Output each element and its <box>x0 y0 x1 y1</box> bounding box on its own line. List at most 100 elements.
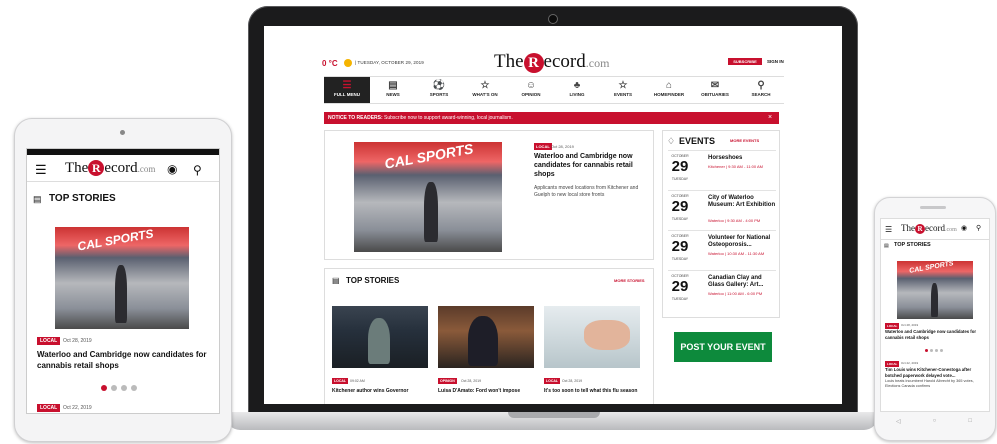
home-icon[interactable]: ○ <box>933 418 937 428</box>
story-image[interactable]: CAL SPORTS <box>897 261 973 319</box>
phone-nav-bar: ◁ ○ □ <box>880 418 988 428</box>
carousel-dot[interactable] <box>930 349 933 352</box>
top-stories-title: TOP STORIES <box>346 276 400 285</box>
carousel-dot[interactable] <box>111 385 117 391</box>
menu-icon[interactable]: ☰ <box>35 163 47 176</box>
story-date: Oct 28, 2019 <box>461 379 482 383</box>
laptop-camera <box>548 14 558 24</box>
story-image[interactable] <box>544 306 640 368</box>
carousel-dots[interactable] <box>101 385 137 391</box>
nav-whats-on[interactable]: ☆ WHAT'S ON <box>462 77 508 103</box>
lead-headline[interactable]: Waterloo and Cambridge now candidates fo… <box>534 152 644 179</box>
menu-icon[interactable]: ☰ <box>885 225 892 234</box>
carousel-dot[interactable] <box>925 349 928 352</box>
more-events-link[interactable]: MORE EVENTS <box>730 138 759 143</box>
opinion-icon: ☺ <box>525 80 537 91</box>
carousel-dot[interactable] <box>121 385 127 391</box>
notice-banner[interactable]: NOTICE TO READERS: Subscribe now to supp… <box>324 112 779 124</box>
site-logo[interactable]: The Record.com <box>494 51 609 73</box>
site-logo[interactable]: The Record.com <box>901 223 957 234</box>
story-headline[interactable]: Luisa D'Amato: Ford won't impose <box>438 388 534 394</box>
story-date: Oct 28, 2019 <box>551 144 574 149</box>
close-icon[interactable]: × <box>768 112 772 124</box>
carousel-dot[interactable] <box>935 349 938 352</box>
laptop-notch <box>508 412 600 418</box>
nav-homefinder[interactable]: ⌂ HOMEFINDER <box>646 77 692 103</box>
nav-living[interactable]: ♣ LIVING <box>554 77 600 103</box>
nav-news[interactable]: ▤ NEWS <box>370 77 416 103</box>
more-stories-link[interactable]: MORE STORIES <box>614 278 645 283</box>
category-badge[interactable]: LOCAL <box>37 337 61 345</box>
story-date: Oct 28, 2019 <box>63 338 92 344</box>
section-title: TOP STORIES <box>49 193 116 204</box>
section-title: TOP STORIES <box>894 242 931 248</box>
logo-r-icon: R <box>88 160 105 176</box>
category-badge[interactable]: OPINION <box>438 378 457 384</box>
homefinder-icon: ⌂ <box>665 80 673 91</box>
site-logo[interactable]: The Record.com <box>65 160 155 177</box>
carousel-dot[interactable] <box>940 349 943 352</box>
user-icon[interactable]: ◉ <box>961 224 967 232</box>
story-summary: Louis beats incumbent Harold Albrecht by… <box>885 379 974 388</box>
subscribe-button[interactable]: SUBSCRIBE <box>728 58 762 65</box>
category-badge[interactable]: LOCAL <box>37 404 61 412</box>
current-date: | TUESDAY, OCTOBER 29, 2019 <box>355 60 424 65</box>
post-event-button[interactable]: POST YOUR EVENT <box>674 332 772 362</box>
search-icon[interactable]: ⚲ <box>976 224 981 232</box>
obituaries-icon: ✉ <box>710 80 720 91</box>
story-image[interactable] <box>332 306 428 368</box>
tablet-camera <box>120 130 125 135</box>
story-headline[interactable]: Kitchener author wins Governor <box>332 388 428 394</box>
story-date: 09:02 AM <box>350 379 365 383</box>
category-badge[interactable]: LOCAL <box>534 143 552 150</box>
temperature: 0 °C <box>322 59 338 68</box>
story-headline[interactable]: Waterloo and Cambridge now candidates fo… <box>885 329 985 341</box>
events-title: EVENTS <box>679 136 716 146</box>
lead-summary: Applicants moved locations from Kitchene… <box>534 185 639 198</box>
story-headline[interactable]: It's too soon to tell what this flu seas… <box>544 388 640 394</box>
sign-in-link[interactable]: SIGN IN <box>767 59 784 64</box>
category-badge[interactable]: LOCAL <box>544 378 561 384</box>
carousel-dots[interactable] <box>925 349 943 352</box>
story-headline[interactable]: Waterloo and Cambridge now candidates fo… <box>37 349 213 371</box>
event-item[interactable]: OCTOBER 29 TUESDAY Canadian Clay and Gla… <box>668 270 776 309</box>
story-date: Oct 22, 2019 <box>901 361 919 365</box>
category-badge[interactable]: LOCAL <box>332 378 349 384</box>
sun-icon <box>344 59 352 67</box>
nav-events[interactable]: ☆ EVENTS <box>600 77 646 103</box>
carousel-dot[interactable] <box>131 385 137 391</box>
carousel-dot[interactable] <box>101 385 107 391</box>
phone-screen: ☰ The Record.com ◉ ⚲ ▤ TOP STORIES CAL SP… <box>880 218 990 412</box>
nav-obituaries[interactable]: ✉ OBITUARIES <box>692 77 738 103</box>
story-image[interactable]: CAL SPORTS <box>55 227 189 329</box>
nav-full-menu[interactable]: ☰ FULL MENU <box>324 77 370 103</box>
event-item[interactable]: OCTOBER 29 TUESDAY Volunteer for Nationa… <box>668 230 776 269</box>
nav-sports[interactable]: ⚽ SPORTS <box>416 77 462 103</box>
menu-icon: ☰ <box>342 80 352 91</box>
story-date: Oct 28, 2019 <box>562 379 583 383</box>
logo-r-icon: R <box>523 53 544 73</box>
events-icon: ☆ <box>618 80 628 91</box>
lead-story-image[interactable]: CAL SPORTS <box>354 142 502 252</box>
search-icon[interactable]: ⚲ <box>193 163 202 177</box>
tablet-screen: ☰ The Record.com ◉ ⚲ ▤ TOP STORIES CAL SP… <box>26 148 220 414</box>
newspaper-icon: ▤ <box>33 194 42 204</box>
story-image[interactable] <box>438 306 534 368</box>
living-icon: ♣ <box>573 80 581 91</box>
back-icon[interactable]: ◁ <box>896 418 901 428</box>
newspaper-icon: ▤ <box>884 243 889 249</box>
user-icon[interactable]: ◉ <box>167 162 177 176</box>
main-nav: ☰ FULL MENU ▤ NEWS ⚽ SPORTS ☆ WHAT'S ON ☺ OPI… <box>324 76 784 104</box>
ticket-icon: ♢ <box>667 136 676 146</box>
recents-icon[interactable]: □ <box>968 418 972 428</box>
star-icon: ☆ <box>480 80 490 91</box>
event-item[interactable]: OCTOBER 29 TUESDAY City of Waterloo Muse… <box>668 190 776 229</box>
nav-search[interactable]: ⚲ SEARCH <box>738 77 784 103</box>
story-headline[interactable]: Tim Louis wins Kitchener-Conestoga after… <box>885 367 985 379</box>
event-item[interactable]: OCTOBER 29 TUESDAY Horseshoes Kitchener … <box>668 150 776 189</box>
news-icon: ▤ <box>388 80 398 91</box>
phone-speaker <box>920 206 946 209</box>
logo-r-icon: R <box>915 224 925 234</box>
nav-opinion[interactable]: ☺ OPINION <box>508 77 554 103</box>
newspaper-icon: ▤ <box>332 276 340 285</box>
